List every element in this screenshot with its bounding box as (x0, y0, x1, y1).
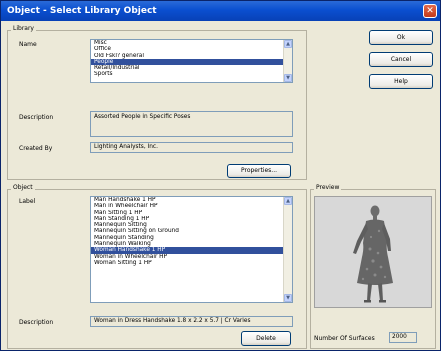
object-group-title: Object (11, 184, 35, 191)
select-library-object-dialog: Object - Select Library Object ✕ Library… (0, 0, 441, 351)
library-name-item[interactable]: Sports (91, 71, 292, 77)
cancel-button[interactable]: Cancel (369, 52, 433, 67)
scroll-down-icon[interactable]: ▼ (284, 294, 292, 302)
library-name-label: Name (19, 41, 37, 48)
window-title: Object - Select Library Object (7, 6, 157, 16)
scroll-up-icon[interactable]: ▲ (284, 197, 292, 205)
created-by-field[interactable]: Lighting Analysts, Inc. (90, 142, 293, 153)
preview-image (314, 196, 432, 308)
woman-figure-icon (353, 205, 393, 303)
delete-button[interactable]: Delete (241, 331, 291, 346)
object-description-label: Description (19, 319, 54, 326)
preview-group-title: Preview (314, 184, 342, 191)
object-label-items: Man Handshake 1 HP Man in Wheelchair HP Ma… (91, 197, 292, 266)
scroll-down-icon[interactable]: ▼ (284, 74, 292, 82)
library-name-listbox[interactable]: Misc Office Old Fskl? general People Retail/… (90, 39, 293, 83)
surfaces-value-field: 2000 (389, 332, 417, 343)
library-scrollbar[interactable]: ▲ ▼ (283, 40, 292, 82)
scroll-up-icon[interactable]: ▲ (284, 40, 292, 48)
library-description-label: Description (19, 114, 54, 121)
object-scrollbar[interactable]: ▲ ▼ (283, 197, 292, 302)
surfaces-label: Number Of Surfaces (314, 335, 375, 342)
title-bar[interactable]: Object - Select Library Object ✕ (1, 1, 440, 21)
object-description-field[interactable]: Woman in Dress Handshake 1.8 x 2.2 x 5.7… (90, 316, 293, 327)
library-group-title: Library (11, 25, 36, 32)
ok-button[interactable]: Ok (369, 30, 433, 45)
object-label-listbox[interactable]: Man Handshake 1 HP Man in Wheelchair HP Ma… (90, 196, 293, 303)
object-label-label: Label (19, 198, 36, 205)
created-by-label: Created By (19, 145, 53, 152)
properties-button[interactable]: Properties... (227, 164, 291, 178)
object-label-item[interactable]: Woman Sitting 1 HP (91, 260, 292, 266)
library-name-items: Misc Office Old Fskl? general People Retail/… (91, 40, 292, 78)
close-icon[interactable]: ✕ (423, 4, 437, 18)
library-description-field[interactable]: Assorted People in Specific Poses (90, 111, 293, 137)
help-button[interactable]: Help (369, 74, 433, 89)
